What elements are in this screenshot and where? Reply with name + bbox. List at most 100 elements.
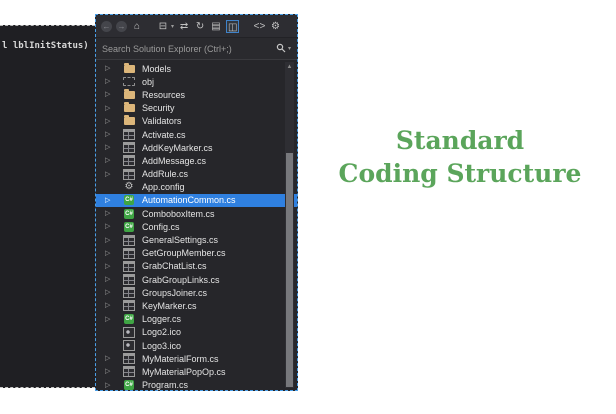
tree-item-models[interactable]: ▷Models — [96, 62, 297, 75]
tree-item-label: Security — [142, 103, 175, 113]
solution-explorer-toolbar: ← → ⌂ ⊟▾ ⇄ ↻ ▤ ◫ <> ⚙ — [96, 15, 297, 38]
tree-item-label: App.config — [142, 182, 185, 192]
expand-arrow-icon[interactable]: ▷ — [105, 157, 112, 164]
tree-item-grabchatlist-cs[interactable]: ▷GrabChatList.cs — [96, 260, 297, 273]
tree-item-keymarker-cs[interactable]: ▷ KeyMarker.cs — [96, 299, 297, 312]
tree-item-getgroupmember-cs[interactable]: ▷GetGroupMember.cs — [96, 247, 297, 260]
form-icon — [123, 129, 135, 140]
form-icon — [123, 366, 135, 377]
image-icon — [123, 340, 135, 351]
expand-arrow-icon[interactable]: ▷ — [105, 289, 112, 296]
search-bar[interactable]: Search Solution Explorer (Ctrl+;) ▾ — [96, 38, 297, 60]
tree-item-label: Config.cs — [142, 222, 180, 232]
collapse-all-icon-caret[interactable]: ▾ — [171, 23, 174, 30]
tree-item-mymaterialform-cs[interactable]: ▷MyMaterialForm.cs — [96, 352, 297, 365]
folder-dashed-icon — [123, 77, 135, 86]
tree-item-addkeymarker-cs[interactable]: ▷AddKeyMarker.cs — [96, 141, 297, 154]
tree-item-addmessage-cs[interactable]: ▷ AddMessage.cs — [96, 154, 297, 167]
expand-arrow-icon[interactable]: ▷ — [105, 144, 112, 151]
expand-arrow-icon[interactable]: ▷ — [105, 355, 112, 362]
expand-arrow-icon[interactable]: ▷ — [105, 237, 112, 244]
tree-item-label: Validators — [142, 116, 181, 126]
caption-line1: Standard — [318, 124, 602, 157]
tree-item-automationcommon-cs[interactable]: ▷C#AutomationCommon.cs — [96, 194, 297, 207]
csharp-icon: C# — [124, 222, 134, 232]
sync-with-active-document-icon[interactable]: ⇄ — [178, 20, 190, 33]
scroll-up-arrow-icon[interactable]: ▲ — [285, 62, 294, 72]
tree-item-label: AddMessage.cs — [142, 156, 206, 166]
csharp-icon: C# — [124, 314, 134, 324]
tree-item-label: Resources — [142, 90, 185, 100]
config-icon: ⚙ — [125, 182, 134, 192]
expand-arrow-icon[interactable]: ▷ — [105, 263, 112, 270]
search-icon[interactable] — [276, 40, 286, 58]
tree-item-label: AddRule.cs — [142, 169, 188, 179]
expand-arrow-icon[interactable]: ▷ — [105, 171, 112, 178]
tree-item-addrule-cs[interactable]: ▷ AddRule.cs — [96, 168, 297, 181]
code-text: l lblInitStatus) — [2, 41, 89, 51]
vertical-scrollbar[interactable]: ▲ — [285, 62, 294, 388]
tree-item-logo2-ico[interactable]: Logo2.ico — [96, 326, 297, 339]
tree-item-label: GroupsJoiner.cs — [142, 288, 207, 298]
solution-explorer-panel: ←→⌂⊟▾⇄↻▤◫<>⚙ Search Solution Explorer (C… — [95, 14, 298, 391]
tree-item-mymaterialpopop-cs[interactable]: ▷ MyMaterialPopOp.cs — [96, 365, 297, 378]
tree-item-security[interactable]: ▷ Security — [96, 102, 297, 115]
expand-arrow-icon[interactable]: ▷ — [105, 118, 112, 125]
form-icon — [123, 248, 135, 259]
expand-arrow-icon[interactable]: ▷ — [105, 65, 112, 72]
tree-item-label: Logo3.ico — [142, 341, 181, 351]
expand-arrow-icon[interactable]: ▷ — [105, 302, 112, 309]
expand-arrow-icon[interactable]: ▷ — [105, 250, 112, 257]
tree-item-label: Logger.cs — [142, 314, 181, 324]
folder-icon — [124, 104, 135, 112]
expand-arrow-icon[interactable]: ▷ — [105, 91, 112, 98]
folder-icon — [124, 91, 135, 99]
expand-arrow-icon[interactable]: ▷ — [105, 131, 112, 138]
tree-item-label: KeyMarker.cs — [142, 301, 197, 311]
tree-item-generalsettings-cs[interactable]: ▷GeneralSettings.cs — [96, 233, 297, 246]
tree-item-groupsjoiner-cs[interactable]: ▷ GroupsJoiner.cs — [96, 286, 297, 299]
folder-icon — [124, 65, 135, 73]
tree-item-activate-cs[interactable]: ▷Activate.cs — [96, 128, 297, 141]
tree-item-grabgrouplinks-cs[interactable]: ▷GrabGroupLinks.cs — [96, 273, 297, 286]
properties-wrench-icon[interactable]: ⚙ — [269, 20, 281, 33]
collapse-all-icon[interactable]: ⊟ — [157, 20, 169, 33]
tree-item-comboboxitem-cs[interactable]: ▷C#ComboboxItem.cs — [96, 207, 297, 220]
tree-item-obj[interactable]: ▷obj — [96, 75, 297, 88]
home-icon[interactable]: ⌂ — [131, 20, 143, 33]
expand-arrow-icon[interactable]: ▷ — [105, 105, 112, 112]
tree-item-resources[interactable]: ▷ Resources — [96, 88, 297, 101]
form-icon — [123, 300, 135, 311]
expand-arrow-icon[interactable]: ▷ — [105, 210, 112, 217]
show-all-files-icon[interactable]: ▤ — [210, 20, 222, 33]
tree-item-logo3-ico[interactable]: Logo3.ico — [96, 339, 297, 352]
expand-arrow-icon[interactable]: ▷ — [105, 276, 112, 283]
search-options-caret-icon[interactable]: ▾ — [288, 45, 291, 52]
expand-arrow-icon[interactable]: ▷ — [105, 78, 112, 85]
view-code-icon[interactable]: <> — [253, 20, 265, 33]
tree-item-logger-cs[interactable]: ▷ C# Logger.cs — [96, 313, 297, 326]
tree-item-app-config[interactable]: ⚙ App.config — [96, 181, 297, 194]
tree-item-program-cs[interactable]: ▷C#Program.cs — [96, 379, 297, 391]
tree-item-validators[interactable]: ▷ Validators — [96, 115, 297, 128]
forward-icon[interactable]: → — [116, 21, 127, 32]
tree-item-label: MyMaterialPopOp.cs — [142, 367, 226, 377]
tree-item-config-cs[interactable]: ▷ C# Config.cs — [96, 220, 297, 233]
expand-arrow-icon[interactable]: ▷ — [105, 223, 112, 230]
tree-item-label: ComboboxItem.cs — [142, 209, 215, 219]
tree-item-label: AutomationCommon.cs — [142, 195, 236, 205]
form-icon — [123, 287, 135, 298]
form-icon — [123, 235, 135, 246]
expand-arrow-icon[interactable]: ▷ — [105, 197, 112, 204]
search-input[interactable]: Search Solution Explorer (Ctrl+;) — [102, 44, 276, 54]
refresh-icon[interactable]: ↻ — [194, 20, 206, 33]
expand-arrow-icon[interactable]: ▷ — [105, 382, 112, 389]
tree-item-label: Program.cs — [142, 380, 188, 390]
folder-icon — [124, 117, 135, 125]
scrollbar-thumb[interactable] — [286, 153, 293, 387]
back-icon[interactable]: ← — [101, 21, 112, 32]
expand-arrow-icon[interactable]: ▷ — [105, 316, 112, 323]
form-icon — [123, 353, 135, 364]
preview-selected-items-icon[interactable]: ◫ — [226, 20, 239, 33]
expand-arrow-icon[interactable]: ▷ — [105, 368, 112, 375]
